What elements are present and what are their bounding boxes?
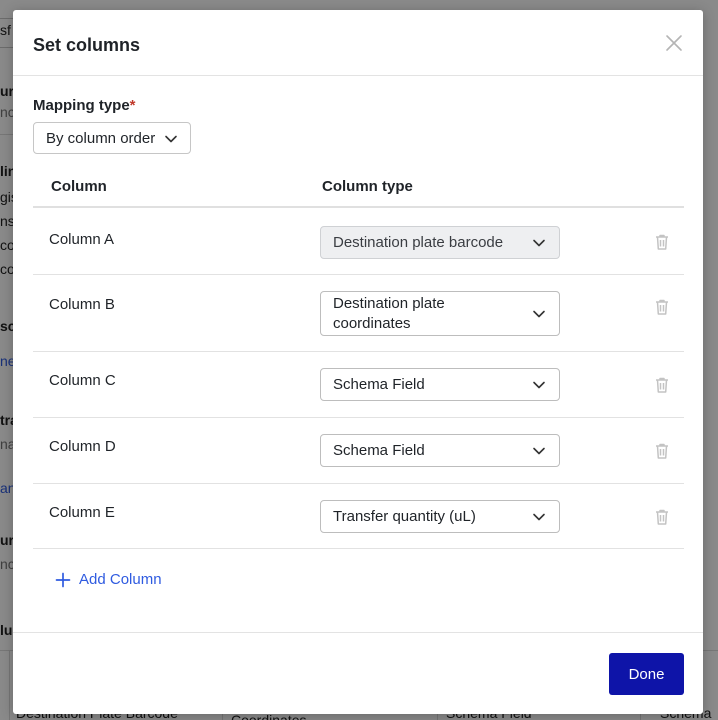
chevron-down-icon [533,513,545,520]
delete-row-button[interactable] [654,442,670,460]
table-row: Column C Schema Field [33,352,684,418]
mapping-type-label-text: Mapping type [33,97,130,114]
chevron-down-icon [533,310,545,317]
column-type-select[interactable]: Transfer quantity (uL) [320,500,560,533]
chevron-down-icon [533,447,545,454]
column-name: Column E [49,504,115,521]
delete-row-button[interactable] [654,298,670,316]
table-row: Column E Transfer quantity (uL) [33,484,684,549]
chevron-down-icon [533,239,545,246]
column-type-select[interactable]: Destination plate barcode [320,226,560,259]
set-columns-dialog: Set columns Mapping type* By column orde… [13,10,703,714]
columns-table-header: Column Column type [33,170,684,208]
dialog-header: Set columns [13,10,703,76]
column-name: Column C [49,372,116,389]
trash-icon [656,377,668,393]
header-column-type: Column type [322,178,413,195]
header-column: Column [51,178,107,195]
column-name: Column B [49,296,115,313]
mapping-type-select[interactable]: By column order [33,122,191,154]
add-column-label: Add Column [79,571,162,588]
column-type-select[interactable]: Schema Field [320,434,560,467]
add-column-button[interactable]: Add Column [55,571,162,588]
delete-row-button[interactable] [654,376,670,394]
delete-row-button[interactable] [654,508,670,526]
mapping-type-label: Mapping type* [33,97,136,114]
table-row: Column D Schema Field [33,418,684,484]
dialog-title: Set columns [33,35,141,55]
plus-icon [55,572,71,587]
table-row: Column A Destination plate barcode [33,209,684,275]
required-mark: * [129,97,136,114]
column-type-value: Destination plate coordinates [333,294,445,332]
dialog-footer: Done [13,632,703,714]
columns-table-body: Column A Destination plate barcode Colum… [33,209,684,549]
trash-icon [656,234,668,250]
column-type-select[interactable]: Destination plate coordinates [320,291,560,336]
table-row: Column B Destination plate coordinates [33,275,684,352]
column-type-value: Schema Field [333,375,425,393]
column-type-value: Destination plate barcode [333,233,504,251]
trash-icon [656,443,668,459]
trash-icon [656,509,668,525]
column-type-value: Schema Field [333,441,425,459]
column-type-select[interactable]: Schema Field [320,368,560,401]
close-icon [666,35,682,51]
done-button[interactable]: Done [609,653,684,695]
chevron-down-icon [533,381,545,388]
trash-icon [656,299,668,315]
mapping-type-value: By column order [46,129,156,147]
column-name: Column A [49,231,115,248]
delete-row-button[interactable] [654,233,670,251]
column-name: Column D [49,438,116,455]
chevron-down-icon [165,135,177,143]
close-button[interactable] [663,32,685,54]
column-type-value: Transfer quantity (uL) [333,507,476,525]
